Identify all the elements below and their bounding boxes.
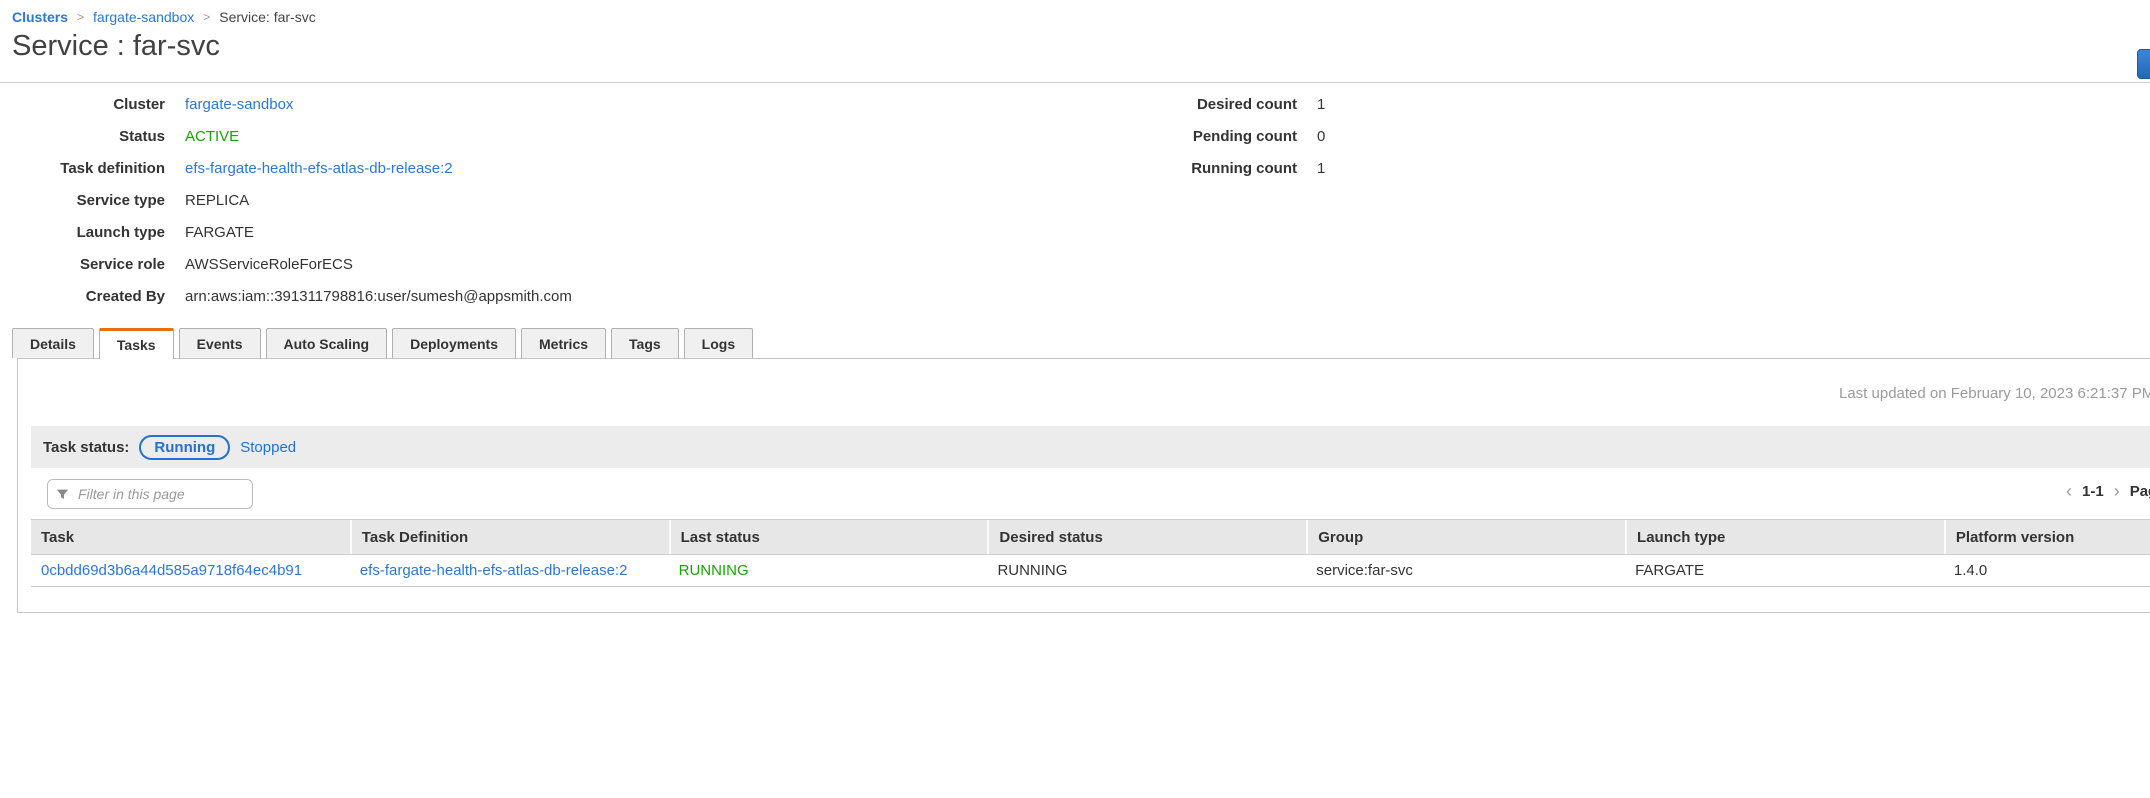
created-by-value: arn:aws:iam::391311798816:user/sumesh@ap… (185, 288, 572, 305)
column-header-task: Task (31, 520, 350, 554)
running-count-value: 1 (1317, 160, 1325, 177)
pagination-next-icon[interactable]: › (2114, 482, 2120, 500)
detail-row-status: Status ACTIVE (0, 120, 572, 152)
filter-field (47, 479, 253, 509)
tab-logs[interactable]: Logs (684, 328, 753, 358)
task-status-label: Task status: (43, 439, 129, 456)
task-status-running-filter[interactable]: Running (139, 435, 230, 460)
pending-count-value: 0 (1317, 128, 1325, 145)
tab-metrics[interactable]: Metrics (521, 328, 606, 358)
detail-label: Cluster (0, 96, 165, 113)
detail-row-service-type: Service type REPLICA (0, 184, 572, 216)
breadcrumb-clusters-link[interactable]: Clusters (12, 9, 68, 25)
detail-label: Pending count (1000, 128, 1297, 145)
detail-label: Task definition (0, 160, 165, 177)
column-header-platform-version: Platform version (1944, 520, 2150, 554)
detail-row-launch-type: Launch type FARGATE (0, 216, 572, 248)
breadcrumb-current: Service: far-svc (219, 9, 315, 25)
tab-bar: Details Tasks Events Auto Scaling Deploy… (12, 328, 753, 358)
column-header-last-status: Last status (669, 520, 988, 554)
column-header-launch-type: Launch type (1625, 520, 1944, 554)
breadcrumb-separator-icon: > (77, 10, 84, 24)
task-definition-cell-link[interactable]: efs-fargate-health-efs-atlas-db-release:… (350, 562, 669, 579)
service-status-value: ACTIVE (185, 128, 239, 145)
task-status-strip: Task status: Running Stopped (31, 426, 2150, 468)
detail-row-cluster: Cluster fargate-sandbox (0, 88, 572, 120)
column-header-task-definition: Task Definition (350, 520, 669, 554)
tab-auto-scaling[interactable]: Auto Scaling (266, 328, 388, 358)
service-details-right: Desired count 1 Pending count 0 Running … (1000, 88, 1325, 184)
tab-tasks[interactable]: Tasks (99, 328, 174, 359)
column-header-desired-status: Desired status (987, 520, 1306, 554)
filter-funnel-icon (56, 488, 69, 501)
cutoff-primary-button[interactable] (2137, 49, 2150, 79)
detail-label: Service type (0, 192, 165, 209)
detail-row-running-count: Running count 1 (1000, 152, 1325, 184)
detail-row-created-by: Created By arn:aws:iam::391311798816:use… (0, 280, 572, 312)
launch-type-cell: FARGATE (1625, 562, 1944, 579)
detail-label: Launch type (0, 224, 165, 241)
tab-details[interactable]: Details (12, 328, 94, 358)
detail-label: Desired count (1000, 96, 1297, 113)
service-details-left: Cluster fargate-sandbox Status ACTIVE Ta… (0, 88, 572, 312)
page-title: Service : far-svc (12, 30, 220, 63)
tab-events[interactable]: Events (179, 328, 261, 358)
pagination: ‹ 1-1 › Pag (2066, 482, 2150, 500)
breadcrumb: Clusters > fargate-sandbox > Service: fa… (12, 9, 316, 25)
last-updated-text: Last updated on February 10, 2023 6:21:3… (1839, 385, 2150, 402)
last-status-cell: RUNNING (669, 562, 988, 579)
desired-count-value: 1 (1317, 96, 1325, 113)
group-cell: service:far-svc (1306, 562, 1625, 579)
column-header-group: Group (1306, 520, 1625, 554)
title-divider (0, 82, 2150, 83)
detail-label: Running count (1000, 160, 1297, 177)
tasks-tab-panel: Last updated on February 10, 2023 6:21:3… (17, 358, 2150, 613)
detail-label: Status (0, 128, 165, 145)
task-definition-link[interactable]: efs-fargate-health-efs-atlas-db-release:… (185, 160, 453, 177)
tasks-table: Task Task Definition Last status Desired… (31, 519, 2150, 587)
table-row: 0cbdd69d3b6a44d585a9718f64ec4b91 efs-far… (31, 555, 2150, 587)
tasks-table-header: Task Task Definition Last status Desired… (31, 519, 2150, 555)
pagination-range: 1-1 (2082, 483, 2104, 500)
pagination-page-label: Pag (2130, 483, 2150, 500)
tab-deployments[interactable]: Deployments (392, 328, 516, 358)
launch-type-value: FARGATE (185, 224, 254, 241)
breadcrumb-cluster-link[interactable]: fargate-sandbox (93, 9, 194, 25)
detail-row-service-role: Service role AWSServiceRoleForECS (0, 248, 572, 280)
desired-status-cell: RUNNING (987, 562, 1306, 579)
task-id-link[interactable]: 0cbdd69d3b6a44d585a9718f64ec4b91 (31, 562, 350, 579)
detail-label: Service role (0, 256, 165, 273)
service-type-value: REPLICA (185, 192, 249, 209)
platform-version-cell: 1.4.0 (1944, 562, 2150, 579)
filter-input[interactable] (47, 479, 253, 509)
service-role-value: AWSServiceRoleForECS (185, 256, 353, 273)
cluster-link[interactable]: fargate-sandbox (185, 96, 293, 113)
detail-row-task-definition: Task definition efs-fargate-health-efs-a… (0, 152, 572, 184)
tab-tags[interactable]: Tags (611, 328, 679, 358)
detail-label: Created By (0, 288, 165, 305)
pagination-prev-icon[interactable]: ‹ (2066, 482, 2072, 500)
task-status-stopped-filter[interactable]: Stopped (240, 439, 296, 456)
detail-row-pending-count: Pending count 0 (1000, 120, 1325, 152)
detail-row-desired-count: Desired count 1 (1000, 88, 1325, 120)
breadcrumb-separator-icon: > (203, 10, 210, 24)
